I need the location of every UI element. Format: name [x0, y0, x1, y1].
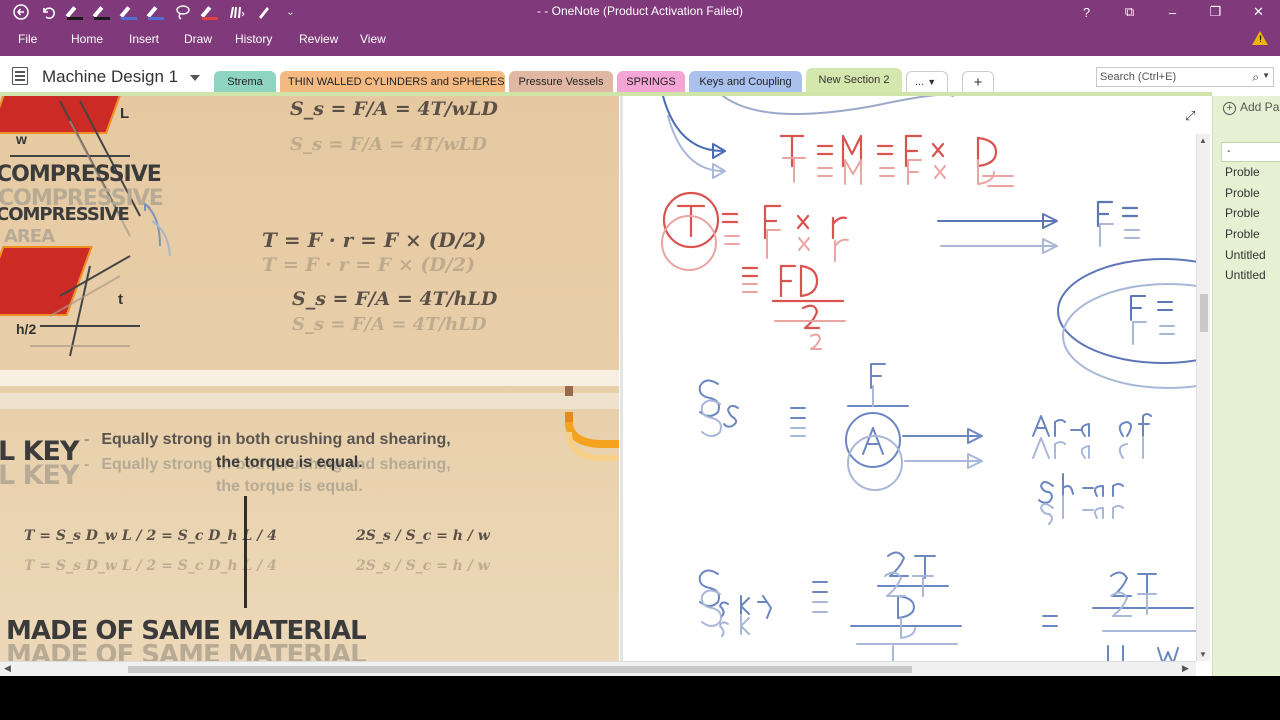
- torque-formula-echo: T = F · r = F × (D/2): [262, 254, 476, 276]
- section-tab-pressure-vessels[interactable]: Pressure Vessels: [509, 71, 613, 94]
- shear-stress-formula-hld: S_s = F/A = 4T/hLD: [292, 288, 498, 310]
- svg-text:h/2: h/2: [16, 321, 36, 337]
- key-heading-echo: L KEY: [0, 460, 80, 491]
- add-page-label: Add Pa: [1240, 100, 1280, 114]
- page-list: + Add Pa - Proble Proble Proble Proble Un…: [1212, 96, 1280, 676]
- page-item[interactable]: Untitled: [1225, 248, 1266, 262]
- torque-equality-formula-echo: T = S_s D_w L / 2 = S_c D_h L / 4: [24, 558, 277, 574]
- chevron-down-icon[interactable]: [190, 75, 200, 81]
- section-tab-strema[interactable]: Strema: [214, 71, 276, 94]
- section-tab-keys-coupling[interactable]: Keys and Coupling: [689, 71, 802, 94]
- plus-circle-icon: +: [1223, 102, 1236, 115]
- tab-review[interactable]: Review: [299, 32, 338, 46]
- page-item[interactable]: Proble: [1225, 186, 1260, 200]
- torque-equality-formula: T = S_s D_w L / 2 = S_c D_h L / 4: [24, 528, 277, 544]
- scroll-down-icon[interactable]: ▼: [1199, 650, 1207, 659]
- search-placeholder: Search (Ctrl+E): [1100, 71, 1177, 83]
- add-section-button[interactable]: +: [962, 71, 994, 94]
- shear-stress-formula-wld: S_s = F/A = 4T/wLD: [290, 98, 498, 120]
- notebook-name[interactable]: Machine Design 1: [42, 67, 178, 87]
- tab-draw[interactable]: Draw: [184, 32, 212, 46]
- slide-divider-band: [0, 370, 619, 386]
- ribbon-tabs: File Home Insert Draw History Review Vie…: [0, 24, 1280, 56]
- scroll-right-icon[interactable]: ▶: [1182, 663, 1189, 674]
- horizontal-scrollbar[interactable]: ◀ ▶: [0, 661, 1196, 676]
- restore-button[interactable]: ❐: [1194, 0, 1237, 24]
- stress-ratio-formula-echo: 2S_s / S_c = h / w: [356, 558, 490, 574]
- compressive-label: COMPRESSIVE: [0, 162, 162, 187]
- page-item[interactable]: Untitled: [1225, 268, 1266, 282]
- tab-insert[interactable]: Insert: [129, 32, 159, 46]
- bullet-text: Equally strong in both crushing and shea…: [101, 431, 451, 448]
- scroll-thumb[interactable]: [128, 666, 912, 673]
- page-item[interactable]: Proble: [1225, 227, 1260, 241]
- bullet-dash: -: [84, 456, 90, 473]
- minimize-button[interactable]: –: [1151, 0, 1194, 24]
- pasted-slide-image[interactable]: h/2 L t w COMPRESSIVE COMPRESSIVE COMPRE…: [0, 96, 619, 661]
- scroll-up-icon[interactable]: ▲: [1199, 136, 1207, 145]
- window-controls: ? ⧉ – ❐ ✕: [1065, 0, 1280, 24]
- svg-text:w: w: [15, 131, 27, 147]
- decorative-pipe: [565, 386, 619, 461]
- scroll-thumb[interactable]: [1200, 294, 1208, 332]
- bullet-torque-equal-echo: the torque is equal.: [216, 478, 363, 495]
- scroll-left-icon[interactable]: ◀: [4, 663, 11, 674]
- letterbox-bar: [0, 676, 1280, 720]
- chevron-down-icon: ▼: [927, 77, 937, 87]
- area-label: AREA: [4, 226, 55, 247]
- section-more-button[interactable]: ... ▼: [906, 71, 948, 94]
- warning-icon[interactable]: !: [1252, 31, 1268, 45]
- svg-text:t: t: [118, 291, 123, 308]
- shear-stress-formula-wld-echo: S_s = F/A = 4T/wLD: [290, 134, 487, 155]
- handwritten-ink-drawing: [661, 96, 1196, 661]
- bullet-dash: -: [84, 431, 90, 448]
- vertical-scrollbar[interactable]: ▲ ▼: [1196, 134, 1210, 661]
- onenote-window: ⌄ - - OneNote (Product Activation Failed…: [0, 0, 1280, 676]
- page-item[interactable]: Proble: [1225, 165, 1260, 179]
- torque-formula: T = F · r = F × (D/2): [262, 228, 487, 252]
- title-bar: ⌄ - - OneNote (Product Activation Failed…: [0, 0, 1280, 24]
- slide-vertical-rule: [244, 496, 247, 608]
- tab-view[interactable]: View: [360, 32, 386, 46]
- chevron-down-icon[interactable]: ▼: [1262, 71, 1270, 80]
- ink-canvas[interactable]: [620, 96, 1196, 661]
- section-tab-springs[interactable]: SPRINGS: [617, 71, 685, 94]
- close-button[interactable]: ✕: [1237, 0, 1280, 24]
- compressive-label-small: COMPRESSIVE: [0, 204, 130, 225]
- search-icon[interactable]: ⌕: [1252, 70, 1259, 85]
- notebook-navigation: Machine Design 1 Strema THIN WALLED CYLI…: [0, 56, 1280, 96]
- bullet-torque-equal: the torque is equal.: [216, 454, 363, 471]
- page-item[interactable]: Proble: [1225, 206, 1260, 220]
- tab-file[interactable]: File: [18, 32, 37, 46]
- more-label: ...: [915, 76, 925, 88]
- help-button[interactable]: ?: [1065, 0, 1108, 24]
- page-item-selected[interactable]: -: [1221, 142, 1280, 162]
- add-page-button[interactable]: + Add Pa: [1223, 100, 1279, 115]
- shear-stress-formula-hld-echo: S_s = F/A = 4T/hLD: [292, 314, 487, 335]
- search-input[interactable]: Search (Ctrl+E) ⌕ ▼: [1096, 67, 1274, 87]
- stress-ratio-formula: 2S_s / S_c = h / w: [356, 528, 490, 544]
- svg-text:L: L: [120, 105, 129, 122]
- tab-home[interactable]: Home: [71, 32, 103, 46]
- same-material-heading-echo: MADE OF SAME MATERIAL: [6, 640, 367, 661]
- expand-page-icon[interactable]: ⤢: [1185, 108, 1195, 124]
- bullet-equally-strong: - Equally strong in both crushing and she…: [84, 431, 451, 449]
- ribbon-display-button[interactable]: ⧉: [1108, 0, 1151, 24]
- tab-history[interactable]: History: [235, 32, 272, 46]
- notebook-icon[interactable]: [12, 67, 32, 85]
- section-tab-thin-walled[interactable]: THIN WALLED CYLINDERS and SPHERES: [280, 71, 505, 94]
- slide-divider-band: [0, 393, 619, 409]
